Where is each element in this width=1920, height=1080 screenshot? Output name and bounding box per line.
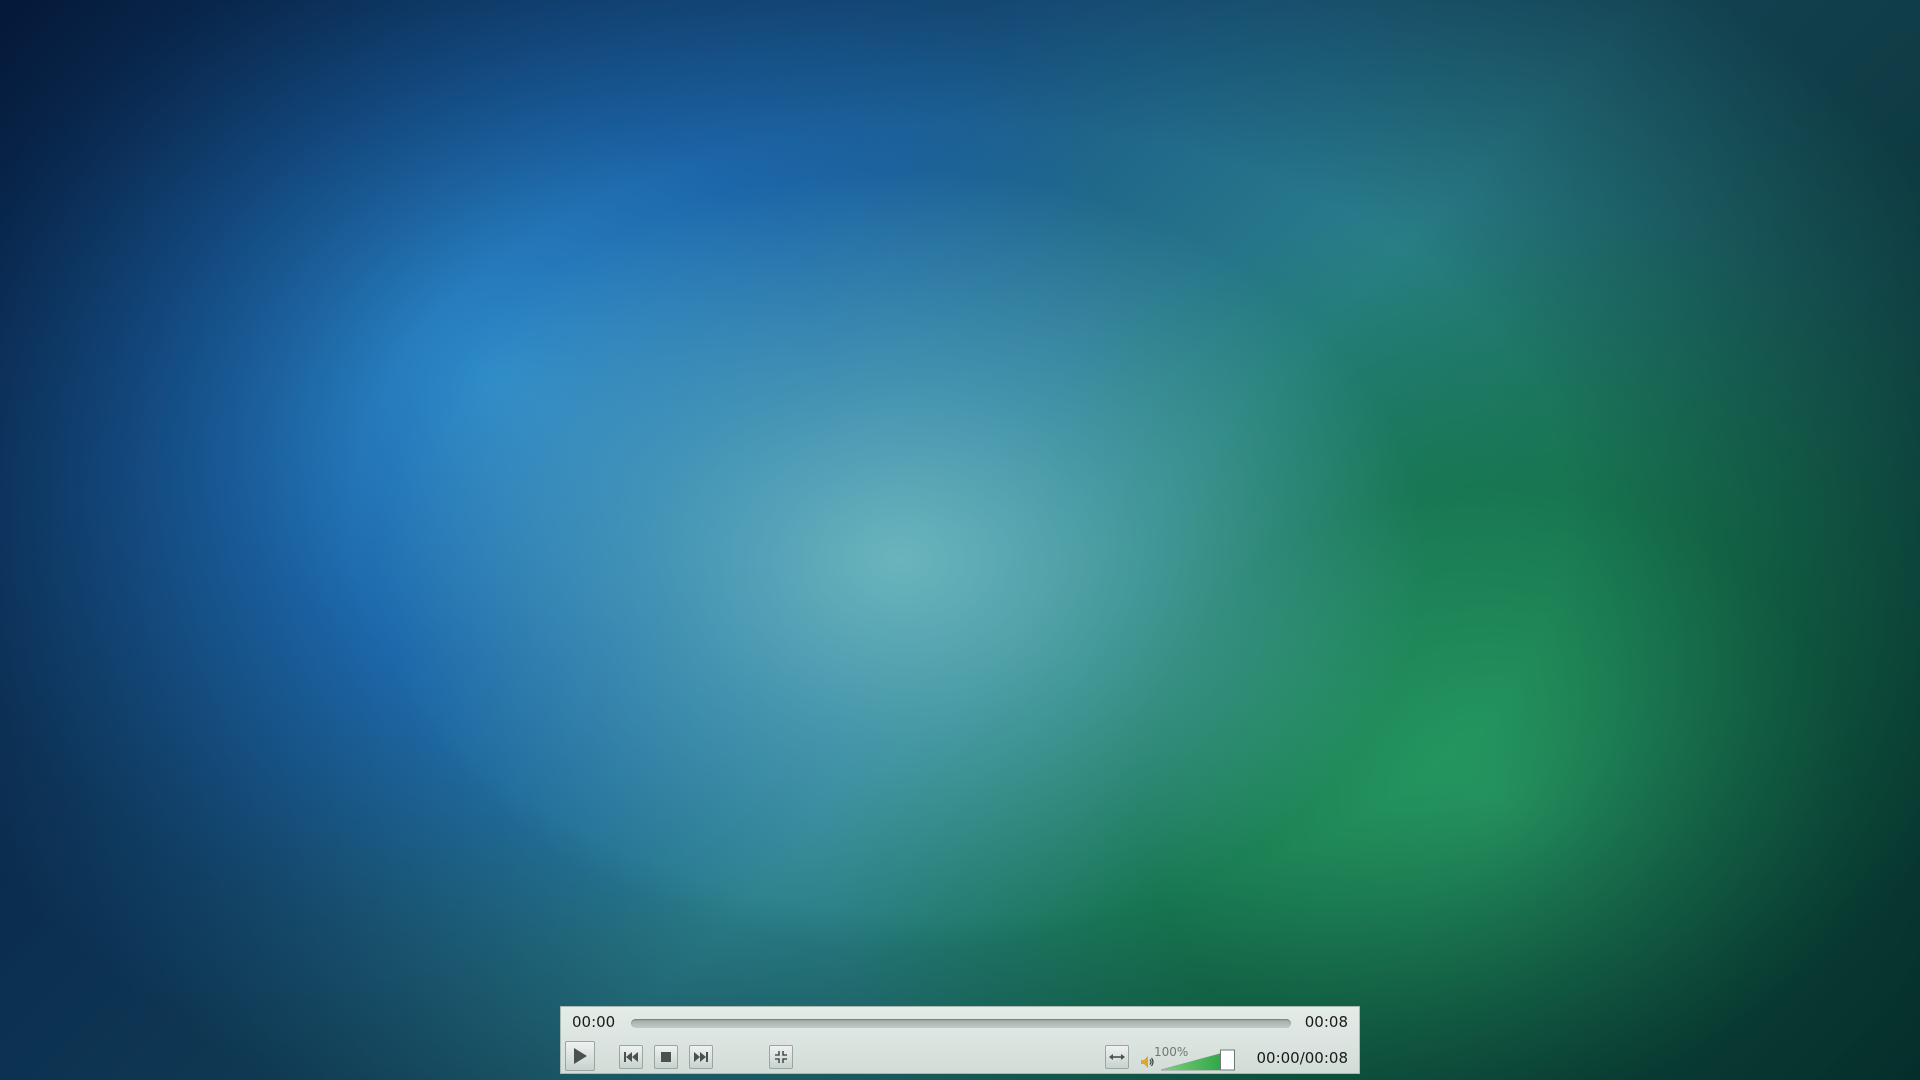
play-icon bbox=[574, 1048, 587, 1064]
skip-previous-icon bbox=[624, 1052, 638, 1062]
stop-icon bbox=[661, 1052, 671, 1062]
elapsed-time: 00:00 bbox=[572, 1013, 616, 1031]
volume-slider[interactable] bbox=[1161, 1047, 1235, 1071]
volume-thumb[interactable] bbox=[1220, 1049, 1235, 1071]
total-time: 00:08 bbox=[1304, 1013, 1348, 1031]
video-surface[interactable] bbox=[0, 0, 1920, 1080]
fullscreen-icon bbox=[775, 1051, 787, 1063]
fullscreen-button[interactable] bbox=[769, 1045, 793, 1069]
time-readout: 00:00/00:08 bbox=[1256, 1049, 1348, 1067]
stretch-horizontal-icon bbox=[1109, 1054, 1125, 1060]
play-button[interactable] bbox=[565, 1041, 595, 1071]
skip-next-icon bbox=[694, 1052, 708, 1062]
stretch-button[interactable] bbox=[1105, 1045, 1129, 1069]
previous-button[interactable] bbox=[619, 1045, 643, 1069]
next-button[interactable] bbox=[689, 1045, 713, 1069]
seek-bar[interactable] bbox=[631, 1019, 1291, 1028]
media-controller: 00:00 00:08 100% 00:00/00:08 bbox=[560, 1006, 1360, 1074]
stop-button[interactable] bbox=[654, 1045, 678, 1069]
